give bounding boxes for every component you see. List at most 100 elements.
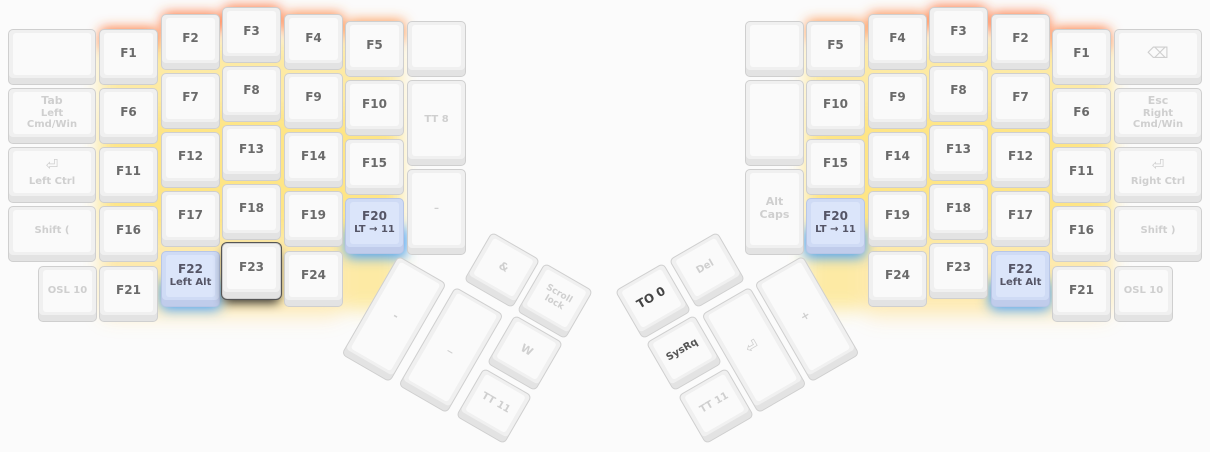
key-f21-left[interactable]: F21 — [99, 266, 158, 322]
key-label: F5 — [366, 38, 383, 53]
key-f22-right-alt[interactable]: F22 Left Alt — [991, 251, 1050, 307]
key-label: F14 — [301, 149, 326, 164]
key-right-ctrl[interactable]: ⏎ Right Ctrl — [1114, 147, 1202, 203]
key-shift-right[interactable]: Shift ) — [1114, 206, 1202, 262]
key-f1-left[interactable]: F1 — [99, 29, 158, 85]
key-f16-left[interactable]: F16 — [99, 206, 158, 262]
key-backspace[interactable]: ⌫ — [1114, 29, 1202, 85]
key-label: F19 — [885, 208, 910, 223]
key-sublabel: Left Alt — [999, 277, 1042, 289]
key-f4-right[interactable]: F4 — [868, 14, 927, 70]
key-f23-right[interactable]: F23 — [929, 243, 988, 299]
key-f9-right[interactable]: F9 — [868, 73, 927, 129]
key-f13-left[interactable]: F13 — [222, 125, 281, 181]
key-label: F2 — [1012, 31, 1029, 46]
key-f15-left[interactable]: F15 — [345, 139, 404, 195]
key-tt8[interactable]: TT 8 — [407, 80, 466, 166]
key-alt-caps[interactable]: Alt Caps — [745, 169, 804, 255]
key-label: Shift ) — [1140, 225, 1176, 237]
key-f14-right[interactable]: F14 — [868, 132, 927, 188]
key-label: F18 — [239, 201, 264, 216]
key-f11-left[interactable]: F11 — [99, 147, 158, 203]
key-blank-left[interactable] — [8, 29, 96, 85]
key-blank-right-tall[interactable] — [745, 80, 804, 166]
key-f8-left[interactable]: F8 — [222, 66, 281, 122]
key-f4-left[interactable]: F4 — [284, 14, 343, 70]
key-label: + — [797, 307, 813, 324]
key-f7-left[interactable]: F7 — [161, 73, 220, 129]
key-f17-right[interactable]: F17 — [991, 191, 1050, 247]
key-label: F11 — [1069, 164, 1094, 179]
key-esc[interactable]: Esc Right Cmd/Win — [1114, 88, 1202, 144]
key-label: F24 — [885, 268, 910, 283]
key-label: TT 8 — [424, 114, 449, 126]
key-label: F15 — [823, 156, 848, 171]
key-f24-left[interactable]: F24 — [284, 251, 343, 307]
key-f18-left[interactable]: F18 — [222, 184, 281, 240]
key-f12-left[interactable]: F12 — [161, 132, 220, 188]
key-label: F9 — [889, 90, 906, 105]
key-f10-left[interactable]: F10 — [345, 80, 404, 136]
key-f11-right[interactable]: F11 — [1052, 147, 1111, 203]
key-f1-right[interactable]: F1 — [1052, 29, 1111, 85]
key-f20-right-layer[interactable]: F20 LT → 11 — [806, 198, 865, 254]
key-osl10-left[interactable]: OSL 10 — [38, 266, 97, 322]
key-tab-sub2: Cmd/Win — [26, 119, 78, 131]
key-shift-left[interactable]: Shift ( — [8, 206, 96, 262]
return-icon: ⏎ — [45, 155, 59, 174]
key-label: Scroll lock — [542, 282, 575, 313]
key-label: F16 — [1069, 223, 1094, 238]
key-label: F8 — [950, 83, 967, 98]
key-f3-left[interactable]: F3 — [222, 7, 281, 63]
key-label: F3 — [950, 24, 967, 39]
key-label: Right Ctrl — [1130, 175, 1186, 187]
key-label: F15 — [362, 156, 387, 171]
key-f23-left[interactable]: F23 — [222, 243, 281, 299]
key-shift-left-label: Shift ( — [34, 225, 70, 237]
key-f19-right[interactable]: F19 — [868, 191, 927, 247]
key-f21-right[interactable]: F21 — [1052, 266, 1111, 322]
key-f7-right[interactable]: F7 — [991, 73, 1050, 129]
key-f22-left-alt[interactable]: F22 Left Alt — [161, 251, 220, 307]
key-label: _ — [447, 339, 459, 354]
key-blank-right-inner[interactable] — [745, 21, 804, 77]
key-f14-left[interactable]: F14 — [284, 132, 343, 188]
key-label: F8 — [243, 83, 260, 98]
key-label: F19 — [301, 208, 326, 223]
key-f15-right[interactable]: F15 — [806, 139, 865, 195]
key-f6-left[interactable]: F6 — [99, 88, 158, 144]
key-label: – — [434, 203, 439, 215]
key-f24-right[interactable]: F24 — [868, 251, 927, 307]
key-tab[interactable]: Tab Left Cmd/Win — [8, 88, 96, 144]
key-f19-left[interactable]: F19 — [284, 191, 343, 247]
key-label: F23 — [239, 260, 264, 275]
key-f13-right[interactable]: F13 — [929, 125, 988, 181]
key-label: OSL 10 — [1123, 285, 1164, 297]
key-label: & — [496, 258, 512, 275]
key-sublabel: Cmd/Win — [1132, 119, 1184, 131]
key-f17-left[interactable]: F17 — [161, 191, 220, 247]
key-label: TO 0 — [634, 283, 668, 312]
return-icon: ⏎ — [742, 335, 763, 358]
key-f2-left[interactable]: F2 — [161, 14, 220, 70]
key-f9-left[interactable]: F9 — [284, 73, 343, 129]
key-label: Esc — [1147, 94, 1169, 108]
key-f2-right[interactable]: F2 — [991, 14, 1050, 70]
key-f5-right[interactable]: F5 — [806, 21, 865, 77]
key-f6-right[interactable]: F6 — [1052, 88, 1111, 144]
key-label: F18 — [946, 201, 971, 216]
key-left-ctrl-label: Left Ctrl — [28, 175, 76, 187]
key-f10-right[interactable]: F10 — [806, 80, 865, 136]
key-f8-right[interactable]: F8 — [929, 66, 988, 122]
key-f20-left-layer[interactable]: F20 LT → 11 — [345, 198, 404, 254]
key-osl10-right[interactable]: OSL 10 — [1114, 266, 1173, 322]
key-f5-left[interactable]: F5 — [345, 21, 404, 77]
key-f12-right[interactable]: F12 — [991, 132, 1050, 188]
key-f3-right[interactable]: F3 — [929, 7, 988, 63]
key-osl10-left-label: OSL 10 — [47, 285, 88, 297]
key-left-ctrl[interactable]: ⏎ Left Ctrl — [8, 147, 96, 203]
key-f16-right[interactable]: F16 — [1052, 206, 1111, 262]
key-blank-left-inner[interactable] — [407, 21, 466, 77]
key-f18-right[interactable]: F18 — [929, 184, 988, 240]
key-endash[interactable]: – — [407, 169, 466, 255]
